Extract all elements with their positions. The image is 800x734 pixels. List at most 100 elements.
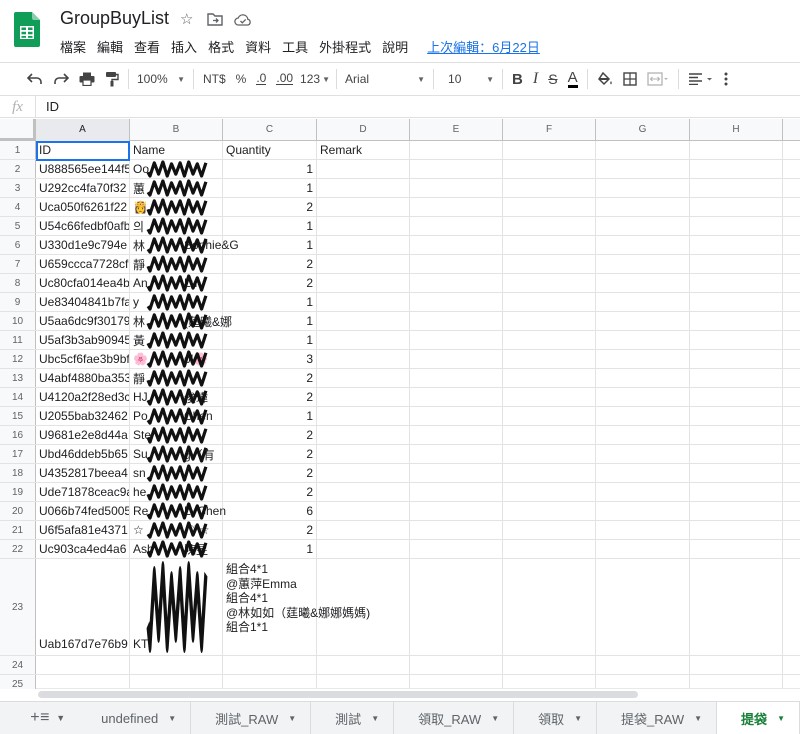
- sheet-tab[interactable]: 領取 ▼: [514, 702, 598, 734]
- cell-empty[interactable]: [410, 236, 503, 254]
- column-header-h[interactable]: H: [690, 119, 783, 141]
- currency-format-button[interactable]: NT$: [198, 66, 231, 92]
- row-header[interactable]: 18: [0, 464, 36, 482]
- cell-id[interactable]: U292cc4fa70f32: [36, 179, 130, 197]
- cell-quantity[interactable]: 1: [223, 331, 317, 349]
- star-icon[interactable]: ☆: [180, 10, 193, 28]
- formula-input[interactable]: ID: [36, 99, 59, 114]
- cell-remark[interactable]: [317, 331, 410, 349]
- cell-empty[interactable]: [690, 179, 783, 197]
- paint-format-icon[interactable]: [100, 66, 124, 92]
- menu-format[interactable]: 格式: [208, 37, 234, 55]
- cell-empty[interactable]: [410, 521, 503, 539]
- cell-empty[interactable]: [410, 369, 503, 387]
- cloud-status-icon[interactable]: [234, 14, 252, 26]
- column-header-a[interactable]: A: [36, 119, 130, 141]
- cell-empty[interactable]: [690, 312, 783, 330]
- cell-quantity[interactable]: 2: [223, 483, 317, 501]
- cell-empty[interactable]: [410, 350, 503, 368]
- cell-empty[interactable]: [503, 160, 596, 178]
- cell-quantity[interactable]: 2: [223, 426, 317, 444]
- cell-empty[interactable]: [596, 407, 690, 425]
- row-header[interactable]: 24: [0, 656, 36, 674]
- cell-empty[interactable]: [690, 445, 783, 463]
- italic-button[interactable]: I: [528, 66, 543, 92]
- cell-empty[interactable]: [596, 559, 690, 655]
- row-header[interactable]: 19: [0, 483, 36, 501]
- cell-empty[interactable]: [503, 426, 596, 444]
- cell-quantity[interactable]: 1: [223, 160, 317, 178]
- cell-empty[interactable]: [690, 217, 783, 235]
- cell-remark[interactable]: [317, 274, 410, 292]
- column-header-f[interactable]: F: [503, 119, 596, 141]
- zoom-select[interactable]: 100% ▼: [133, 66, 189, 92]
- column-header-e[interactable]: E: [410, 119, 503, 141]
- row-header[interactable]: 6: [0, 236, 36, 254]
- cell-empty[interactable]: [410, 217, 503, 235]
- row-header[interactable]: 1: [0, 141, 36, 159]
- cell-remark[interactable]: [317, 312, 410, 330]
- cell-empty[interactable]: [503, 179, 596, 197]
- column-header-c[interactable]: C: [223, 119, 317, 141]
- sheet-tab[interactable]: undefined ▼: [77, 702, 192, 734]
- cell-remark[interactable]: [317, 445, 410, 463]
- cell-empty[interactable]: [596, 350, 690, 368]
- cell-empty[interactable]: [596, 217, 690, 235]
- cell-remark[interactable]: [317, 198, 410, 216]
- row-header[interactable]: 9: [0, 293, 36, 311]
- folder-move-icon[interactable]: [207, 13, 223, 26]
- cell-remark[interactable]: [317, 160, 410, 178]
- cell-empty[interactable]: [690, 293, 783, 311]
- cell-remark[interactable]: [317, 675, 410, 689]
- cell-id[interactable]: Uc80cfa014ea4b: [36, 274, 130, 292]
- cell-quantity[interactable]: 2: [223, 255, 317, 273]
- cell-empty[interactable]: [503, 483, 596, 501]
- cell-empty[interactable]: [596, 426, 690, 444]
- sheet-tab[interactable]: 領取_RAW ▼: [394, 702, 515, 734]
- cell-remark[interactable]: [317, 521, 410, 539]
- cell-empty[interactable]: [690, 426, 783, 444]
- cell-remark[interactable]: [317, 502, 410, 520]
- increase-decimal-button[interactable]: .00: [271, 66, 298, 92]
- cell-empty[interactable]: [503, 521, 596, 539]
- borders-icon[interactable]: [618, 66, 642, 92]
- cell-id[interactable]: U4abf4880ba353: [36, 369, 130, 387]
- row-header[interactable]: 12: [0, 350, 36, 368]
- cell-empty[interactable]: [690, 502, 783, 520]
- cell-empty[interactable]: [503, 369, 596, 387]
- cell-empty[interactable]: [596, 274, 690, 292]
- cell-empty[interactable]: [410, 464, 503, 482]
- redo-icon[interactable]: [48, 66, 74, 92]
- cell-empty[interactable]: [410, 293, 503, 311]
- cell-id[interactable]: U54c66fedbf0afb: [36, 217, 130, 235]
- menu-insert[interactable]: 插入: [171, 37, 197, 55]
- cell-quantity[interactable]: 2: [223, 369, 317, 387]
- font-family-select[interactable]: Arial ▼: [341, 66, 429, 92]
- row-header[interactable]: 4: [0, 198, 36, 216]
- more-formats-select[interactable]: 123 ▼: [298, 66, 332, 92]
- bold-button[interactable]: B: [507, 66, 528, 92]
- cell-empty[interactable]: [503, 540, 596, 558]
- cell-empty[interactable]: [690, 521, 783, 539]
- cell-empty[interactable]: [503, 255, 596, 273]
- cell-empty[interactable]: [596, 331, 690, 349]
- row-header[interactable]: 7: [0, 255, 36, 273]
- cell-empty[interactable]: [410, 198, 503, 216]
- cell-empty[interactable]: [410, 483, 503, 501]
- chevron-down-icon[interactable]: ▼: [694, 714, 702, 723]
- cell-id[interactable]: U4352817beea4: [36, 464, 130, 482]
- chevron-down-icon[interactable]: ▼: [288, 714, 296, 723]
- cell-empty[interactable]: [596, 255, 690, 273]
- cell-quantity[interactable]: 1: [223, 540, 317, 558]
- cell-quantity[interactable]: 1: [223, 407, 317, 425]
- cell-quantity[interactable]: [223, 675, 317, 689]
- cell-quantity[interactable]: [223, 656, 317, 674]
- cell-empty[interactable]: [596, 369, 690, 387]
- row-header[interactable]: 21: [0, 521, 36, 539]
- cell-quantity[interactable]: 1: [223, 217, 317, 235]
- sheet-tab[interactable]: 測試 ▼: [311, 702, 395, 734]
- cell-empty[interactable]: [596, 179, 690, 197]
- chevron-down-icon[interactable]: ▼: [491, 714, 499, 723]
- cell-empty[interactable]: [410, 540, 503, 558]
- cell-empty[interactable]: [410, 426, 503, 444]
